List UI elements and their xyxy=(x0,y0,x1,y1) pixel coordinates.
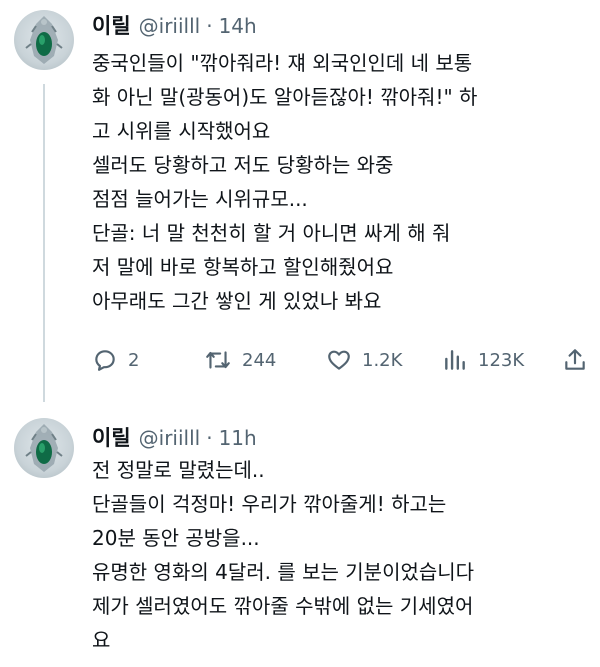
views-count: 123K xyxy=(478,349,525,371)
tweet-line: 단골: 너 말 천천히 할 거 아니면 싸게 해 줘 xyxy=(92,221,451,245)
avatar-pendant-icon xyxy=(25,16,63,64)
reply-icon xyxy=(95,350,115,371)
tweet-2[interactable]: 이릴 @iriilll · 11h 전 정말로 말렸는데.. 단골들이 걱정마!… xyxy=(0,402,600,667)
repost-count: 244 xyxy=(242,349,277,371)
like-count: 1.2K xyxy=(362,349,403,371)
tweet-line: 중국인들이 "깎아줘라! 쟤 외국인인데 네 보통 xyxy=(92,51,473,75)
thread-line xyxy=(43,84,45,402)
reply-count: 2 xyxy=(128,349,140,371)
repost-button[interactable]: 244 xyxy=(204,344,276,376)
views-button[interactable]: 123K xyxy=(442,344,524,376)
tweet-line: 화 아닌 말(광동어)도 알아듣잖아! 깎아줘!" 하 xyxy=(92,85,478,109)
tweet-line: 전 정말로 말렸는데.. xyxy=(92,458,265,482)
tweet-line: 고 시위를 시작했어요 xyxy=(92,119,271,143)
separator: · xyxy=(206,14,213,38)
views-icon xyxy=(445,350,465,370)
tweet-header: 이릴 @iriilll · 11h xyxy=(92,422,257,450)
author-name[interactable]: 이릴 xyxy=(92,10,131,40)
separator: · xyxy=(206,426,213,450)
tweet-line: 셀러도 당황하고 저도 당황하는 와중 xyxy=(92,153,394,177)
author-handle[interactable]: @iriilll xyxy=(139,426,201,450)
tweet-text: 전 정말로 말렸는데.. 단골들이 걱정마! 우리가 깎아줄게! 하고는 20분… xyxy=(92,453,592,657)
tweet-line: 저 말에 바로 항복하고 할인해줬어요 xyxy=(92,255,394,279)
tweet-line: 점점 늘어가는 시위규모... xyxy=(92,187,308,211)
author-handle[interactable]: @iriilll xyxy=(139,14,201,38)
timestamp[interactable]: 11h xyxy=(219,426,257,450)
tweet-line: 유명한 영화의 4달러. 를 보는 기분이었습니다 xyxy=(92,560,475,584)
avatar-pendant-icon xyxy=(25,424,63,472)
timestamp[interactable]: 14h xyxy=(219,14,257,38)
tweet-line: 요 xyxy=(92,628,111,652)
tweet-header: 이릴 @iriilll · 14h xyxy=(92,10,257,38)
reply-button[interactable]: 2 xyxy=(92,344,139,376)
author-name[interactable]: 이릴 xyxy=(92,422,131,452)
share-button[interactable] xyxy=(562,344,588,376)
tweet-line: 단골들이 걱정마! 우리가 깎아줄게! 하고는 xyxy=(92,492,447,516)
tweet-line: 20분 동안 공방을... xyxy=(92,526,260,550)
like-button[interactable]: 1.2K xyxy=(326,344,402,376)
tweet-line: 아무래도 그간 쌓인 게 있었나 봐요 xyxy=(92,289,382,313)
repost-icon xyxy=(206,351,230,369)
share-icon xyxy=(565,349,585,370)
avatar[interactable] xyxy=(14,418,74,478)
tweet-text: 중국인들이 "깎아줘라! 쟤 외국인인데 네 보통 화 아닌 말(광동어)도 알… xyxy=(92,46,592,318)
tweet-line: 제가 셀러였어도 깎아줄 수밖에 없는 기세였어 xyxy=(92,594,474,618)
tweet-1[interactable]: 이릴 @iriilll · 14h 중국인들이 "깎아줘라! 쟤 외국인인데 네… xyxy=(0,0,600,402)
like-icon xyxy=(328,350,350,370)
tweet-actions: 2 244 1.2K 123K xyxy=(92,344,592,376)
avatar[interactable] xyxy=(14,10,74,70)
